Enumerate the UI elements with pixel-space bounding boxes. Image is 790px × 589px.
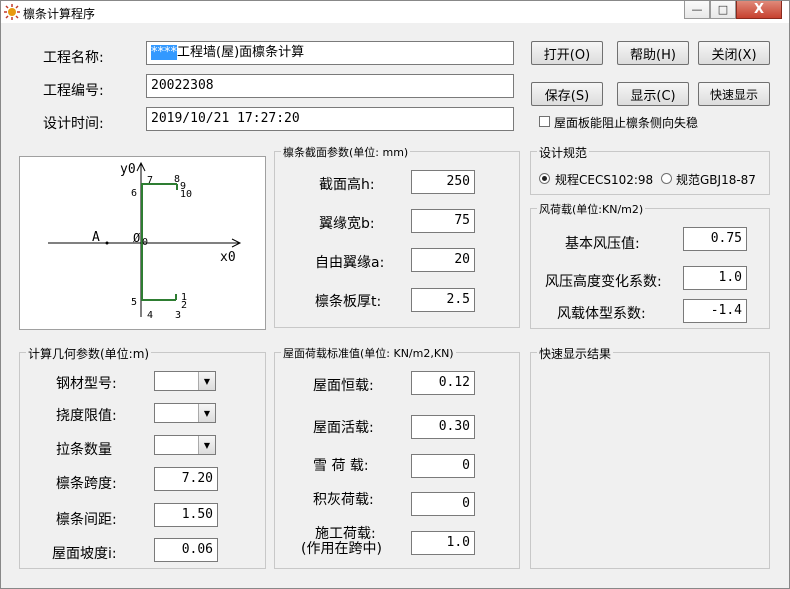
chevron-down-icon: ▼ xyxy=(198,436,215,454)
app-window: 檩条计算程序 — □ X 工程名称: ****工程墙(屋)面檩条计算 工程编号:… xyxy=(0,0,790,589)
app-sun-icon xyxy=(4,4,20,20)
height-coef-input[interactable]: 1.0 xyxy=(683,266,747,290)
height-label: 截面高h: xyxy=(319,177,375,193)
purlin-section-figure: y0 x0 A Ø 0 1 2 3 4 5 6 7 8 9 10 xyxy=(48,161,242,321)
deflection-select[interactable]: ▼ xyxy=(154,403,216,423)
maximize-button[interactable]: □ xyxy=(710,1,736,19)
spacing-input[interactable]: 1.50 xyxy=(154,503,218,527)
point-3-label: 3 xyxy=(175,310,181,321)
point-7-label: 7 xyxy=(147,175,153,186)
height-input[interactable]: 250 xyxy=(411,170,475,194)
slope-input[interactable]: 0.06 xyxy=(154,538,218,562)
code-gbj-label: 规范GBJ18-87 xyxy=(676,173,756,187)
design-code-group: 设计规范 规程CECS102:98 规范GBJ18-87 xyxy=(530,144,770,195)
point-2-label: 2 xyxy=(181,300,187,311)
code-cecs-radio[interactable] xyxy=(539,173,550,184)
shear-center-label: A xyxy=(92,230,100,245)
section-params-group: 檩条截面参数(单位: mm) 截面高h: 250 翼缘宽b: 75 自由翼缘a:… xyxy=(274,144,520,328)
project-name-label: 工程名称: xyxy=(43,50,104,66)
design-code-title: 设计规范 xyxy=(537,144,590,161)
snow-load-label: 雪 荷 载: xyxy=(313,458,369,474)
slope-label: 屋面坡度i: xyxy=(52,546,117,562)
point-4-label: 4 xyxy=(147,310,153,321)
basic-wind-input[interactable]: 0.75 xyxy=(683,227,747,251)
steel-type-label: 钢材型号: xyxy=(56,376,117,392)
wind-load-title: 风荷载(单位:KN/m2) xyxy=(537,201,646,217)
live-load-label: 屋面活载: xyxy=(313,420,374,436)
design-time-label: 设计时间: xyxy=(43,116,104,132)
live-load-input[interactable]: 0.30 xyxy=(411,415,475,439)
window-close-button[interactable]: X xyxy=(736,1,782,19)
minimize-button[interactable]: — xyxy=(684,1,710,19)
roof-loads-group: 屋面荷载标准值(单位: KN/m2,KN) 屋面恒载: 0.12 屋面活载: 0… xyxy=(274,345,520,569)
ash-load-input[interactable]: 0 xyxy=(411,492,475,516)
height-coef-label: 风压高度变化系数: xyxy=(545,274,662,290)
shape-coef-label: 风载体型系数: xyxy=(557,306,646,322)
origin-label: 0 xyxy=(142,237,148,248)
display-button[interactable]: 显示(C) xyxy=(617,82,689,106)
dead-load-input[interactable]: 0.12 xyxy=(411,371,475,395)
project-name-input[interactable]: ****工程墙(屋)面檩条计算 xyxy=(146,41,514,65)
free-flange-input[interactable]: 20 xyxy=(411,248,475,272)
span-input[interactable]: 7.20 xyxy=(154,467,218,491)
close-button[interactable]: 关闭(X) xyxy=(698,41,770,65)
open-button[interactable]: 打开(O) xyxy=(531,41,603,65)
tie-count-select[interactable]: ▼ xyxy=(154,435,216,455)
geometry-group: 计算几何参数(单位:m) 钢材型号: ▼ 挠度限值: ▼ 拉条数量 ▼ 檩条跨度… xyxy=(19,345,266,569)
wind-load-group: 风荷载(单位:KN/m2) 基本风压值: 0.75 风压高度变化系数: 1.0 … xyxy=(530,201,770,329)
geometry-title: 计算几何参数(单位:m) xyxy=(26,345,152,362)
quick-display-button[interactable]: 快速显示 xyxy=(698,82,770,106)
thickness-label: 檩条板厚t: xyxy=(315,294,382,310)
basic-wind-label: 基本风压值: xyxy=(565,236,640,252)
x-axis-label: x0 xyxy=(220,250,236,265)
save-button[interactable]: 保存(S) xyxy=(531,82,603,106)
thickness-input[interactable]: 2.5 xyxy=(411,288,475,312)
close-icon: X xyxy=(753,2,765,17)
project-name-text: 工程墙(屋)面檩条计算 xyxy=(177,45,305,60)
section-diagram: y0 x0 A Ø 0 1 2 3 4 5 6 7 8 9 10 xyxy=(19,156,266,330)
construction-load-note: (作用在跨中) xyxy=(301,541,382,557)
maximize-icon: □ xyxy=(717,3,729,16)
construction-load-input[interactable]: 1.0 xyxy=(411,531,475,555)
roof-restrain-label: 屋面板能阻止檩条侧向失稳 xyxy=(554,116,699,130)
title-bar: 檩条计算程序 — □ X xyxy=(1,1,789,23)
point-10-label: 10 xyxy=(180,189,192,200)
chevron-down-icon: ▼ xyxy=(198,404,215,422)
dead-load-label: 屋面恒载: xyxy=(313,378,374,394)
minimize-icon: — xyxy=(691,3,703,16)
chevron-down-icon: ▼ xyxy=(198,372,215,390)
point-6-label: 6 xyxy=(131,188,137,199)
shear-center-point xyxy=(105,241,109,245)
deflection-label: 挠度限值: xyxy=(56,408,117,424)
window-title: 檩条计算程序 xyxy=(23,7,96,21)
spacing-label: 檩条间距: xyxy=(56,512,117,528)
section-params-title: 檩条截面参数(单位: mm) xyxy=(281,144,411,160)
tie-count-label: 拉条数量 xyxy=(56,442,112,458)
snow-load-input[interactable]: 0 xyxy=(411,454,475,478)
roof-loads-title: 屋面荷载标准值(单位: KN/m2,KN) xyxy=(281,345,456,361)
roof-restrain-checkbox[interactable] xyxy=(539,116,550,127)
point-5-label: 5 xyxy=(131,297,137,308)
flange-label: 翼缘宽b: xyxy=(319,216,375,232)
project-name-selected: **** xyxy=(151,45,177,60)
code-cecs-label: 规程CECS102:98 xyxy=(555,173,654,187)
ash-load-label: 积灰荷载: xyxy=(313,492,374,508)
design-time-input[interactable]: 2019/10/21 17:27:20 xyxy=(146,107,514,131)
code-gbj-radio[interactable] xyxy=(661,173,672,184)
project-number-input[interactable]: 20022308 xyxy=(146,74,514,98)
project-number-label: 工程编号: xyxy=(43,83,104,99)
help-button[interactable]: 帮助(H) xyxy=(617,41,689,65)
y-axis-label: y0 xyxy=(120,162,136,177)
quick-results-title: 快速显示结果 xyxy=(537,345,614,362)
flange-input[interactable]: 75 xyxy=(411,209,475,233)
free-flange-label: 自由翼缘a: xyxy=(315,255,385,271)
centroid-mark: Ø xyxy=(133,231,141,245)
shape-coef-input[interactable]: -1.4 xyxy=(683,299,747,323)
steel-type-select[interactable]: ▼ xyxy=(154,371,216,391)
quick-results-group: 快速显示结果 xyxy=(530,345,770,569)
span-label: 檩条跨度: xyxy=(56,476,117,492)
